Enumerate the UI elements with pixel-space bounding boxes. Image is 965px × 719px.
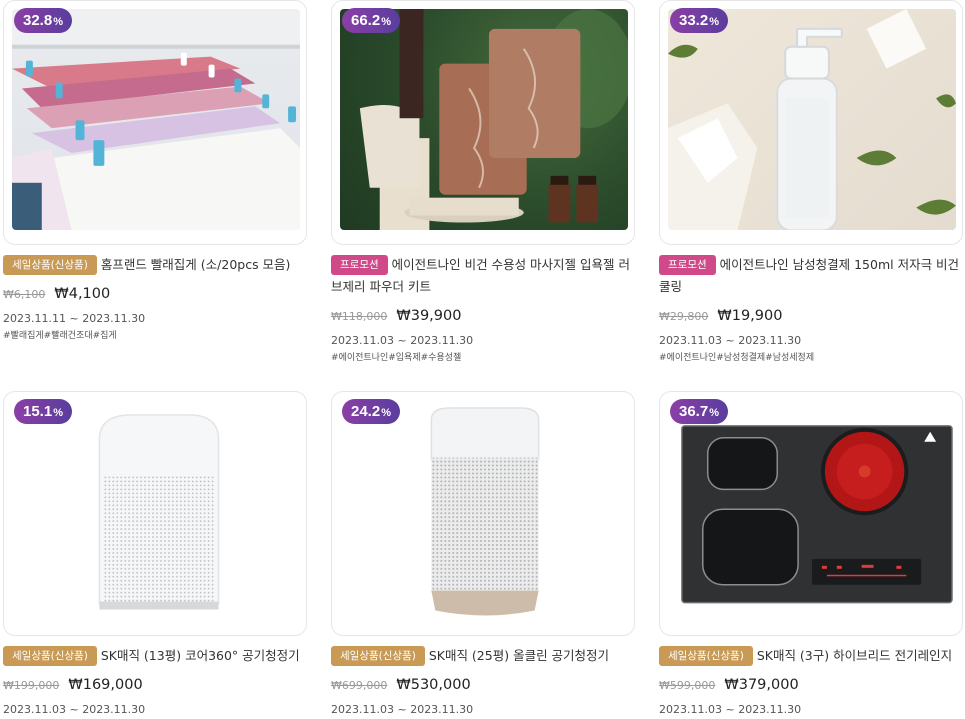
product-card[interactable]: 32.8% 세일상품(신상품) 홈프랜드 빨래집게 (소/20pcs 모음) ₩… [3, 0, 307, 341]
sale-tag: 세일상품(신상품) [659, 646, 753, 666]
sale-price: ₩379,000 [724, 677, 799, 693]
product-image[interactable]: 36.7% [659, 391, 963, 636]
product-image[interactable]: 66.2% [331, 0, 635, 245]
cleanser-bottle-image [668, 9, 956, 231]
sale-tag: 세일상품(신상품) [331, 646, 425, 666]
hashtags[interactable]: #에이전트나인#입욕제#수용성젤 [331, 350, 635, 363]
discount-badge: 24.2% [342, 399, 400, 424]
product-image[interactable]: 15.1% [3, 391, 307, 636]
product-title[interactable]: SK매직 (25평) 올클린 공기청정기 [429, 648, 609, 663]
sale-price: ₩530,000 [396, 677, 471, 693]
product-card[interactable]: 24.2% 세일상품(신상품) SK매직 (25평) 올클린 공기청정기 ₩699… [331, 391, 635, 716]
sale-period: 2023.11.03 ~ 2023.11.30 [659, 334, 802, 347]
original-price: ₩29,800 [659, 309, 709, 323]
product-card[interactable]: 36.7% 세일상품(신상품) SK매직 (3구) 하이브리드 전기레인지 ₩59… [659, 391, 963, 716]
original-price: ₩599,000 [659, 678, 716, 692]
product-card[interactable]: 66.2% 프로모션 에이전트나인 비건 수용성 마사지젤 입욕젤 러브제리 파우… [331, 0, 635, 363]
discount-badge: 36.7% [670, 399, 728, 424]
air-purifier-image [340, 400, 628, 622]
product-title-row[interactable]: 세일상품(신상품) 홈프랜드 빨래집게 (소/20pcs 모음) [3, 254, 307, 276]
product-card[interactable]: 15.1% 세일상품(신상품) SK매직 (13평) 코어360° 공기청정기 ₩… [3, 391, 307, 716]
price-row: ₩6,100 ₩4,100 [3, 283, 307, 305]
price-row: ₩29,800 ₩19,900 [659, 305, 963, 327]
promotion-tag: 프로모션 [659, 255, 716, 275]
discount-badge: 33.2% [670, 8, 728, 33]
product-image[interactable]: 33.2% [659, 0, 963, 245]
sale-price: ₩4,100 [54, 286, 111, 302]
price-row: ₩199,000 ₩169,000 [3, 674, 307, 696]
sale-period: 2023.11.03 ~ 2023.11.30 [3, 703, 146, 716]
original-price: ₩699,000 [331, 678, 388, 692]
sale-tag: 세일상품(신상품) [3, 646, 97, 666]
sale-price: ₩39,900 [396, 308, 462, 324]
product-title[interactable]: SK매직 (13평) 코어360° 공기청정기 [101, 648, 300, 663]
product-image[interactable]: 24.2% [331, 391, 635, 636]
product-title-row[interactable]: 프로모션 에이전트나인 남성청결제 150ml 저자극 비건 쿨링 [659, 254, 963, 298]
sale-period: 2023.11.03 ~ 2023.11.30 [331, 703, 474, 716]
product-title[interactable]: 홈프랜드 빨래집게 (소/20pcs 모음) [101, 257, 291, 272]
electric-range-image [668, 400, 956, 622]
product-title[interactable]: SK매직 (3구) 하이브리드 전기레인지 [757, 648, 952, 663]
clothespins-image [12, 9, 300, 231]
product-title-row[interactable]: 프로모션 에이전트나인 비건 수용성 마사지젤 입욕젤 러브제리 파우더 키트 [331, 254, 635, 298]
original-price: ₩118,000 [331, 309, 388, 323]
discount-badge: 32.8% [14, 8, 72, 33]
price-row: ₩118,000 ₩39,900 [331, 305, 635, 327]
sale-price: ₩19,900 [717, 308, 783, 324]
sale-period: 2023.11.03 ~ 2023.11.30 [331, 334, 474, 347]
product-card[interactable]: 33.2% 프로모션 에이전트나인 남성청결제 150ml 저자극 비건 쿨링 ₩… [659, 0, 963, 363]
sale-period: 2023.11.03 ~ 2023.11.30 [659, 703, 802, 716]
discount-badge: 66.2% [342, 8, 400, 33]
product-image[interactable]: 32.8% [3, 0, 307, 245]
sale-tag: 세일상품(신상품) [3, 255, 97, 275]
original-price: ₩6,100 [3, 287, 46, 301]
price-row: ₩699,000 ₩530,000 [331, 674, 635, 696]
hashtags[interactable]: #에이전트나인#남성청결제#남성세정제 [659, 350, 963, 363]
hashtags[interactable]: #빨래집게#빨래건조대#집게 [3, 328, 307, 341]
sale-period: 2023.11.11 ~ 2023.11.30 [3, 312, 146, 325]
product-title-row[interactable]: 세일상품(신상품) SK매직 (3구) 하이브리드 전기레인지 [659, 645, 963, 667]
discount-badge: 15.1% [14, 399, 72, 424]
product-title-row[interactable]: 세일상품(신상품) SK매직 (25평) 올클린 공기청정기 [331, 645, 635, 667]
sale-price: ₩169,000 [68, 677, 143, 693]
product-title-row[interactable]: 세일상품(신상품) SK매직 (13평) 코어360° 공기청정기 [3, 645, 307, 667]
bath-gel-kit-image [340, 9, 628, 231]
air-purifier-image [12, 400, 300, 622]
original-price: ₩199,000 [3, 678, 60, 692]
promotion-tag: 프로모션 [331, 255, 388, 275]
price-row: ₩599,000 ₩379,000 [659, 674, 963, 696]
